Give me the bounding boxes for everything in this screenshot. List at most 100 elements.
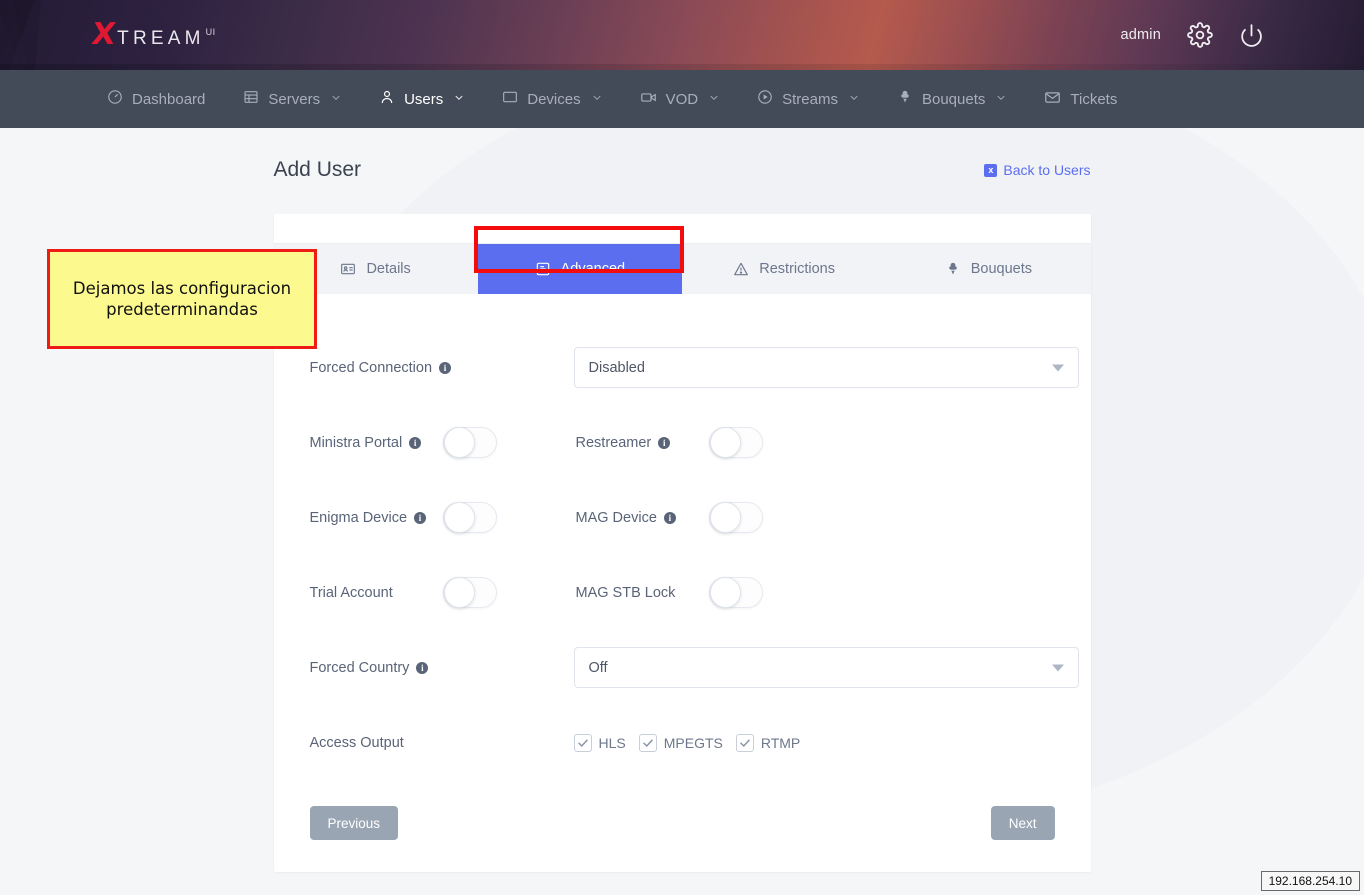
chevron-down-icon — [849, 93, 859, 106]
access-output-option-rtmp[interactable]: RTMP — [736, 734, 800, 752]
tab-label: Bouquets — [971, 261, 1032, 277]
toggle-knob — [444, 427, 475, 458]
mag-stb-lock-label: MAG STB Lock — [576, 585, 676, 601]
forced-connection-label-group: Forced Connection i — [310, 360, 574, 376]
forced-country-label-group: Forced Country i — [310, 660, 574, 676]
nav-item-dashboard[interactable]: Dashboard — [88, 70, 224, 128]
info-icon[interactable]: i — [409, 437, 421, 449]
toggle-knob — [444, 577, 475, 608]
mag-device-label-group: MAG Device i — [576, 510, 709, 526]
access-output-label-group: Access Output — [310, 735, 574, 751]
access-output-option-mpegts[interactable]: MPEGTS — [639, 734, 723, 752]
ip-address-tooltip: 192.168.254.10 — [1261, 871, 1360, 891]
nav-item-tickets[interactable]: Tickets — [1025, 70, 1136, 128]
field-row-access-output: Access Output HLS — [310, 705, 1055, 780]
banner-right-group: admin — [1121, 22, 1265, 48]
mag-device-toggle-cell — [709, 502, 763, 533]
forced-country-value: Off — [589, 660, 608, 676]
restreamer-toggle-cell — [709, 427, 763, 458]
server-icon — [243, 89, 259, 109]
checkbox-label: HLS — [599, 735, 626, 751]
back-to-users-link[interactable]: x Back to Users — [984, 162, 1090, 178]
gear-icon[interactable] — [1187, 22, 1213, 48]
power-icon[interactable] — [1239, 23, 1264, 48]
trial-account-label: Trial Account — [310, 585, 393, 601]
nav-label: Users — [404, 91, 443, 108]
forced-country-select[interactable]: Off — [574, 647, 1079, 688]
mag-stb-lock-toggle[interactable] — [709, 577, 763, 608]
nav-item-streams[interactable]: Streams — [738, 70, 878, 128]
nav-item-servers[interactable]: Servers — [224, 70, 360, 128]
restreamer-toggle[interactable] — [709, 427, 763, 458]
enigma-device-toggle[interactable] — [443, 502, 497, 533]
info-icon[interactable]: i — [414, 512, 426, 524]
checkbox-mpegts[interactable] — [639, 734, 657, 752]
ministra-portal-toggle[interactable] — [443, 427, 497, 458]
info-icon[interactable]: i — [439, 362, 451, 374]
forced-country-label: Forced Country — [310, 660, 410, 676]
page-title: Add User — [274, 158, 362, 182]
ministra-portal-toggle-cell — [443, 427, 576, 458]
forced-connection-value: Disabled — [589, 360, 645, 376]
tab-bouquets[interactable]: Bouquets — [886, 244, 1090, 294]
chevron-down-icon — [1052, 664, 1064, 671]
toggle-knob — [710, 427, 741, 458]
username-label: admin — [1121, 27, 1162, 43]
forced-connection-control: Disabled — [574, 347, 1079, 388]
access-output-label: Access Output — [310, 735, 404, 751]
nav-label: Bouquets — [922, 91, 985, 108]
page-header: Add User x Back to Users — [274, 158, 1091, 182]
info-icon[interactable]: i — [416, 662, 428, 674]
toggle-knob — [444, 502, 475, 533]
nav-item-users[interactable]: Users — [360, 70, 483, 128]
tab-bar: Details Advanced — [274, 243, 1091, 294]
ministra-portal-label: Ministra Portal — [310, 435, 403, 451]
bouquet-icon — [897, 89, 913, 109]
id-card-icon — [340, 261, 356, 277]
ministra-portal-label-group: Ministra Portal i — [310, 435, 443, 451]
checkbox-label: RTMP — [761, 735, 800, 751]
chevron-down-icon — [331, 93, 341, 106]
bouquet-icon — [945, 261, 961, 277]
chevron-down-icon — [996, 93, 1006, 106]
tab-restrictions[interactable]: Restrictions — [682, 244, 886, 294]
chevron-down-icon — [592, 93, 602, 106]
trial-account-toggle-cell — [443, 577, 576, 608]
previous-button[interactable]: Previous — [310, 806, 399, 840]
info-icon[interactable]: i — [664, 512, 676, 524]
access-output-option-hls[interactable]: HLS — [574, 734, 626, 752]
nav-label: Streams — [782, 91, 838, 108]
nav-label: Devices — [527, 91, 580, 108]
logo[interactable]: X TREAM UI — [92, 20, 216, 50]
nav-item-vod[interactable]: VOD — [621, 70, 739, 128]
restreamer-label: Restreamer — [576, 435, 652, 451]
forced-connection-select[interactable]: Disabled — [574, 347, 1079, 388]
trial-account-toggle[interactable] — [443, 577, 497, 608]
app-banner: X TREAM UI admin — [0, 0, 1364, 70]
enigma-device-label: Enigma Device — [310, 510, 408, 526]
device-icon — [502, 89, 518, 109]
tab-advanced[interactable]: Advanced — [478, 244, 682, 294]
field-row-enigma-mag: Enigma Device i MAG Device i — [310, 480, 1055, 555]
nav-label: Servers — [268, 91, 320, 108]
field-row-ministra-restreamer: Ministra Portal i Restreamer i — [310, 405, 1055, 480]
logo-superscript: UI — [206, 27, 216, 37]
logo-x-mark: X — [90, 20, 117, 50]
forced-connection-label: Forced Connection — [310, 360, 433, 376]
nav-item-bouquets[interactable]: Bouquets — [878, 70, 1025, 128]
checkbox-rtmp[interactable] — [736, 734, 754, 752]
checkbox-hls[interactable] — [574, 734, 592, 752]
tab-label: Advanced — [561, 261, 626, 277]
advanced-form: Forced Connection i Disabled — [274, 294, 1091, 872]
nav-item-devices[interactable]: Devices — [483, 70, 620, 128]
warning-triangle-icon — [733, 261, 749, 277]
chevron-down-icon — [454, 93, 464, 106]
add-user-card: Details Advanced — [274, 214, 1091, 872]
envelope-icon — [1044, 89, 1061, 110]
next-button[interactable]: Next — [991, 806, 1055, 840]
enigma-device-toggle-cell — [443, 502, 576, 533]
info-icon[interactable]: i — [658, 437, 670, 449]
mag-device-toggle[interactable] — [709, 502, 763, 533]
page-container: Add User x Back to Users — [274, 128, 1091, 872]
field-row-forced-connection: Forced Connection i Disabled — [310, 330, 1055, 405]
